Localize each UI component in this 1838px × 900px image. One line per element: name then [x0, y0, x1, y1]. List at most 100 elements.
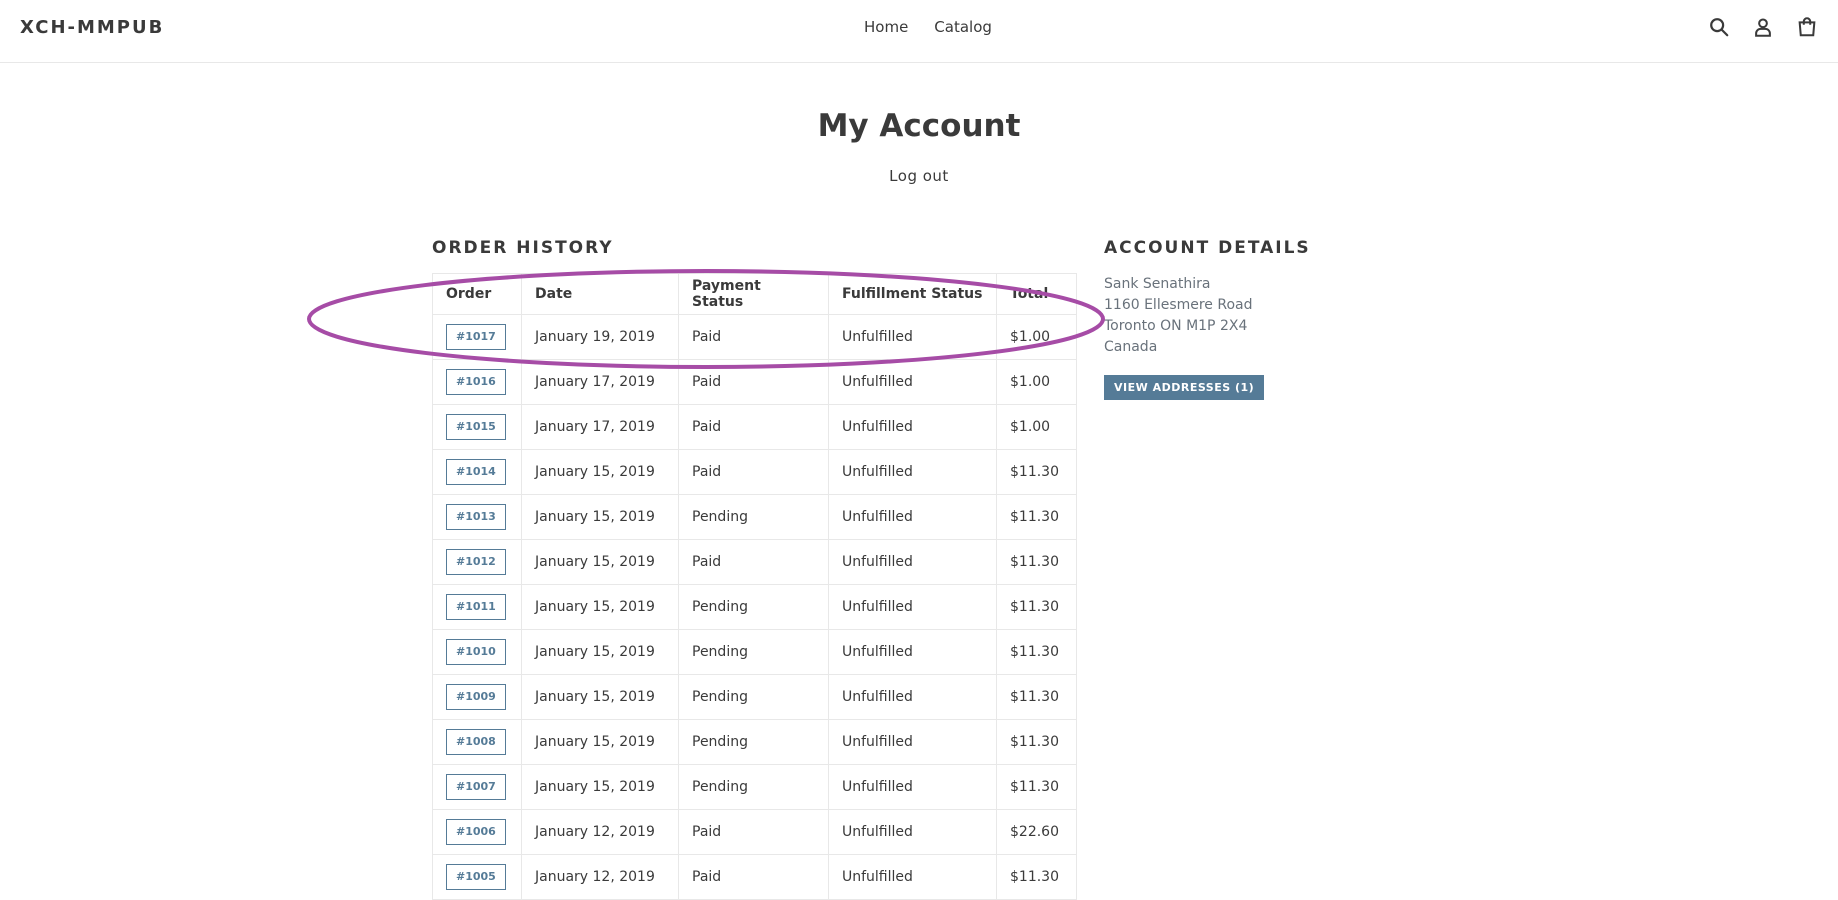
order-date: January 15, 2019: [521, 629, 679, 675]
order-date: January 12, 2019: [521, 809, 679, 855]
order-number-button[interactable]: #1012: [446, 549, 506, 575]
address-city: Toronto ON M1P 2X4: [1104, 318, 1248, 334]
main-nav: Home Catalog: [864, 18, 992, 36]
cart-icon[interactable]: [1796, 16, 1818, 38]
table-row: #1010 January 15, 2019 Pending Unfulfill…: [432, 629, 1077, 675]
order-number-button[interactable]: #1006: [446, 819, 506, 845]
order-date: January 15, 2019: [521, 494, 679, 540]
order-date: January 17, 2019: [521, 359, 679, 405]
table-row: #1016 January 17, 2019 Paid Unfulfilled …: [432, 359, 1077, 405]
column-header-fulfillment-status: Fulfillment Status: [828, 273, 997, 315]
order-date: January 12, 2019: [521, 854, 679, 900]
order-total: $11.30: [996, 584, 1077, 630]
order-number-button[interactable]: #1008: [446, 729, 506, 755]
order-total: $22.60: [996, 809, 1077, 855]
table-row: #1014 January 15, 2019 Paid Unfulfilled …: [432, 449, 1077, 495]
order-total: $11.30: [996, 539, 1077, 585]
order-total: $11.30: [996, 854, 1077, 900]
table-row: #1008 January 15, 2019 Pending Unfulfill…: [432, 719, 1077, 765]
table-row: #1013 January 15, 2019 Pending Unfulfill…: [432, 494, 1077, 540]
order-total: $11.30: [996, 494, 1077, 540]
store-logo[interactable]: XCH-MMPUB: [20, 17, 164, 38]
order-total: $11.30: [996, 719, 1077, 765]
order-number-button[interactable]: #1011: [446, 594, 506, 620]
fulfillment-status: Unfulfilled: [828, 404, 997, 450]
order-history-heading: ORDER HISTORY: [432, 238, 614, 258]
order-number-button[interactable]: #1017: [446, 324, 506, 350]
payment-status: Paid: [678, 314, 829, 360]
column-header-payment-status: Payment Status: [678, 273, 829, 315]
table-row: #1006 January 12, 2019 Paid Unfulfilled …: [432, 809, 1077, 855]
account-address: Sank Senathira 1160 Ellesmere Road Toron…: [1104, 274, 1253, 358]
table-row: #1007 January 15, 2019 Pending Unfulfill…: [432, 764, 1077, 810]
order-date: January 15, 2019: [521, 584, 679, 630]
fulfillment-status: Unfulfilled: [828, 854, 997, 900]
fulfillment-status: Unfulfilled: [828, 314, 997, 360]
column-header-total: Total: [996, 273, 1077, 315]
order-number-button[interactable]: #1010: [446, 639, 506, 665]
order-total: $11.30: [996, 674, 1077, 720]
fulfillment-status: Unfulfilled: [828, 674, 997, 720]
logout-link[interactable]: Log out: [889, 167, 949, 185]
order-number-button[interactable]: #1016: [446, 369, 506, 395]
payment-status: Paid: [678, 809, 829, 855]
column-header-date: Date: [521, 273, 679, 315]
order-number-button[interactable]: #1013: [446, 504, 506, 530]
nav-catalog-link[interactable]: Catalog: [934, 18, 992, 36]
order-history-table: Order Date Payment Status Fulfillment St…: [432, 273, 1077, 900]
order-number-button[interactable]: #1005: [446, 864, 506, 890]
nav-home-link[interactable]: Home: [864, 18, 908, 36]
fulfillment-status: Unfulfilled: [828, 719, 997, 765]
fulfillment-status: Unfulfilled: [828, 764, 997, 810]
table-row: #1017 January 19, 2019 Paid Unfulfilled …: [432, 314, 1077, 360]
order-date: January 15, 2019: [521, 719, 679, 765]
address-street: 1160 Ellesmere Road: [1104, 297, 1253, 313]
account-icon[interactable]: [1752, 16, 1774, 38]
payment-status: Pending: [678, 764, 829, 810]
fulfillment-status: Unfulfilled: [828, 359, 997, 405]
address-country: Canada: [1104, 339, 1158, 355]
table-row: #1005 January 12, 2019 Paid Unfulfilled …: [432, 854, 1077, 900]
header-icons: [1708, 16, 1818, 38]
payment-status: Pending: [678, 629, 829, 675]
logout-container: Log out: [0, 167, 1838, 185]
payment-status: Paid: [678, 539, 829, 585]
table-row: #1011 January 15, 2019 Pending Unfulfill…: [432, 584, 1077, 630]
fulfillment-status: Unfulfilled: [828, 449, 997, 495]
order-date: January 15, 2019: [521, 449, 679, 495]
order-total: $1.00: [996, 314, 1077, 360]
fulfillment-status: Unfulfilled: [828, 629, 997, 675]
search-icon[interactable]: [1708, 16, 1730, 38]
payment-status: Pending: [678, 674, 829, 720]
order-date: January 15, 2019: [521, 674, 679, 720]
order-date: January 15, 2019: [521, 539, 679, 585]
order-total: $11.30: [996, 449, 1077, 495]
payment-status: Paid: [678, 854, 829, 900]
order-number-button[interactable]: #1009: [446, 684, 506, 710]
order-number-button[interactable]: #1015: [446, 414, 506, 440]
fulfillment-status: Unfulfilled: [828, 539, 997, 585]
order-number-button[interactable]: #1014: [446, 459, 506, 485]
payment-status: Pending: [678, 719, 829, 765]
order-date: January 19, 2019: [521, 314, 679, 360]
account-details-heading: ACCOUNT DETAILS: [1104, 238, 1311, 258]
column-header-order: Order: [432, 273, 522, 315]
order-total: $11.30: [996, 764, 1077, 810]
fulfillment-status: Unfulfilled: [828, 494, 997, 540]
table-row: #1012 January 15, 2019 Paid Unfulfilled …: [432, 539, 1077, 585]
payment-status: Paid: [678, 404, 829, 450]
table-row: #1015 January 17, 2019 Paid Unfulfilled …: [432, 404, 1077, 450]
payment-status: Paid: [678, 359, 829, 405]
order-total: $1.00: [996, 404, 1077, 450]
fulfillment-status: Unfulfilled: [828, 809, 997, 855]
order-total: $11.30: [996, 629, 1077, 675]
order-number-button[interactable]: #1007: [446, 774, 506, 800]
view-addresses-button[interactable]: VIEW ADDRESSES (1): [1104, 375, 1265, 400]
address-name: Sank Senathira: [1104, 276, 1211, 292]
table-row: #1009 January 15, 2019 Pending Unfulfill…: [432, 674, 1077, 720]
order-total: $1.00: [996, 359, 1077, 405]
order-date: January 15, 2019: [521, 764, 679, 810]
payment-status: Pending: [678, 584, 829, 630]
order-date: January 17, 2019: [521, 404, 679, 450]
site-header: XCH-MMPUB Home Catalog: [0, 0, 1838, 63]
